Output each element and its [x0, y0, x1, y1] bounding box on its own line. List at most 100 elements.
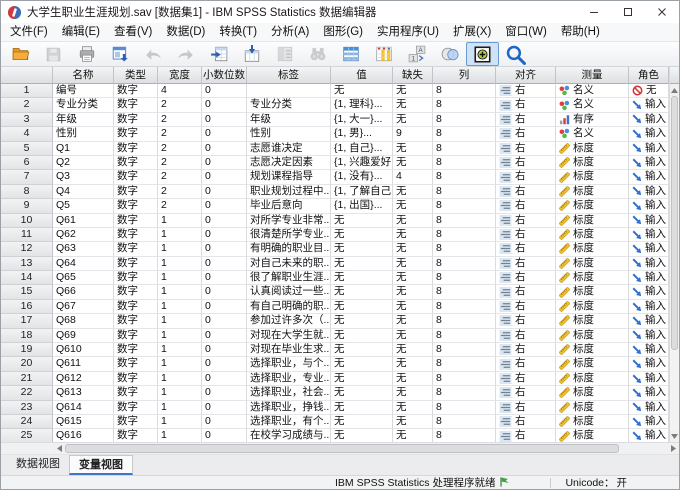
- cell-values[interactable]: 无: [331, 300, 393, 314]
- cell-name[interactable]: Q610: [53, 343, 114, 357]
- horizontal-scrollbar[interactable]: [1, 442, 679, 454]
- cell-role[interactable]: 输入: [629, 214, 669, 228]
- cell-values[interactable]: {1, 兴趣爱好...: [331, 156, 393, 170]
- row-number[interactable]: 3: [1, 113, 53, 127]
- cell-values[interactable]: 无: [331, 242, 393, 256]
- cell-align[interactable]: 右: [496, 415, 556, 429]
- cell-label[interactable]: 认真阅读过一些...: [247, 285, 331, 299]
- cell-name[interactable]: Q65: [53, 271, 114, 285]
- cell-align[interactable]: 右: [496, 401, 556, 415]
- scroll-right-arrow-icon[interactable]: [667, 443, 679, 454]
- cell-label[interactable]: 很清楚所学专业...: [247, 228, 331, 242]
- cell-width[interactable]: 4: [158, 84, 202, 98]
- cell-columns[interactable]: 8: [433, 271, 496, 285]
- search-button[interactable]: [499, 42, 532, 66]
- insert-cases-button[interactable]: [334, 42, 367, 66]
- cell-decimals[interactable]: 0: [202, 185, 247, 199]
- row-number[interactable]: 17: [1, 314, 53, 328]
- cell-measure[interactable]: 名义: [556, 98, 629, 112]
- cell-measure[interactable]: 标度: [556, 271, 629, 285]
- cell-type[interactable]: 数字: [114, 429, 158, 442]
- cell-role[interactable]: 输入: [629, 401, 669, 415]
- cell-role[interactable]: 输入: [629, 113, 669, 127]
- cell-align[interactable]: 右: [496, 314, 556, 328]
- cell-measure[interactable]: 标度: [556, 170, 629, 184]
- cell-missing[interactable]: 无: [393, 98, 433, 112]
- cell-measure[interactable]: 标度: [556, 142, 629, 156]
- cell-columns[interactable]: 8: [433, 156, 496, 170]
- cell-name[interactable]: Q614: [53, 401, 114, 415]
- row-number[interactable]: 20: [1, 357, 53, 371]
- cell-missing[interactable]: 无: [393, 285, 433, 299]
- cell-measure[interactable]: 标度: [556, 185, 629, 199]
- cell-type[interactable]: 数字: [114, 214, 158, 228]
- cell-type[interactable]: 数字: [114, 142, 158, 156]
- cell-columns[interactable]: 8: [433, 343, 496, 357]
- cell-role[interactable]: 输入: [629, 98, 669, 112]
- cell-columns[interactable]: 8: [433, 185, 496, 199]
- cell-label[interactable]: 规划课程指导: [247, 170, 331, 184]
- cell-decimals[interactable]: 0: [202, 386, 247, 400]
- cell-label[interactable]: 有自己明确的职...: [247, 300, 331, 314]
- cell-decimals[interactable]: 0: [202, 271, 247, 285]
- cell-values[interactable]: {1, 了解自己...: [331, 185, 393, 199]
- cell-measure[interactable]: 标度: [556, 300, 629, 314]
- horizontal-scroll-track[interactable]: [65, 443, 667, 454]
- cell-align[interactable]: 右: [496, 84, 556, 98]
- horizontal-scroll-thumb[interactable]: [65, 444, 619, 453]
- cell-width[interactable]: 2: [158, 127, 202, 141]
- cell-columns[interactable]: 8: [433, 357, 496, 371]
- cell-type[interactable]: 数字: [114, 343, 158, 357]
- cell-width[interactable]: 1: [158, 214, 202, 228]
- cell-align[interactable]: 右: [496, 185, 556, 199]
- cell-type[interactable]: 数字: [114, 228, 158, 242]
- split-file-button[interactable]: A1: [400, 42, 433, 66]
- cell-columns[interactable]: 8: [433, 84, 496, 98]
- cell-role[interactable]: 输入: [629, 357, 669, 371]
- row-number[interactable]: 10: [1, 214, 53, 228]
- cell-width[interactable]: 1: [158, 401, 202, 415]
- cell-columns[interactable]: 8: [433, 415, 496, 429]
- cell-measure[interactable]: 标度: [556, 199, 629, 213]
- row-number[interactable]: 25: [1, 429, 53, 442]
- menu-item-6[interactable]: 图形(G): [316, 23, 370, 41]
- cell-role[interactable]: 输入: [629, 300, 669, 314]
- tab-data-view[interactable]: 数据视图: [7, 455, 69, 475]
- cell-label[interactable]: 专业分类: [247, 98, 331, 112]
- cell-missing[interactable]: 无: [393, 199, 433, 213]
- cell-decimals[interactable]: 0: [202, 343, 247, 357]
- cell-width[interactable]: 2: [158, 98, 202, 112]
- cell-decimals[interactable]: 0: [202, 242, 247, 256]
- cell-values[interactable]: 无: [331, 271, 393, 285]
- cell-role[interactable]: 输入: [629, 343, 669, 357]
- cell-decimals[interactable]: 0: [202, 300, 247, 314]
- cell-label[interactable]: 年级: [247, 113, 331, 127]
- cell-type[interactable]: 数字: [114, 415, 158, 429]
- cell-type[interactable]: 数字: [114, 300, 158, 314]
- cell-role[interactable]: 输入: [629, 142, 669, 156]
- cell-columns[interactable]: 8: [433, 285, 496, 299]
- cell-width[interactable]: 1: [158, 372, 202, 386]
- cell-measure[interactable]: 标度: [556, 242, 629, 256]
- cell-missing[interactable]: 无: [393, 156, 433, 170]
- cell-label[interactable]: 职业规划过程中...: [247, 185, 331, 199]
- cell-align[interactable]: 右: [496, 170, 556, 184]
- cell-name[interactable]: Q64: [53, 257, 114, 271]
- cell-measure[interactable]: 标度: [556, 372, 629, 386]
- cell-values[interactable]: 无: [331, 343, 393, 357]
- cell-align[interactable]: 右: [496, 142, 556, 156]
- vertical-scroll-thumb[interactable]: [671, 96, 678, 350]
- menu-item-4[interactable]: 转换(T): [212, 23, 264, 41]
- cell-width[interactable]: 1: [158, 329, 202, 343]
- row-number[interactable]: 9: [1, 199, 53, 213]
- cell-width[interactable]: 2: [158, 199, 202, 213]
- cell-width[interactable]: 1: [158, 271, 202, 285]
- row-number[interactable]: 4: [1, 127, 53, 141]
- cell-type[interactable]: 数字: [114, 386, 158, 400]
- cell-name[interactable]: Q4: [53, 185, 114, 199]
- cell-name[interactable]: 性别: [53, 127, 114, 141]
- cell-name[interactable]: Q66: [53, 285, 114, 299]
- cell-values[interactable]: {1, 理科}...: [331, 98, 393, 112]
- vertical-scroll-track[interactable]: [670, 96, 679, 430]
- cell-role[interactable]: 输入: [629, 386, 669, 400]
